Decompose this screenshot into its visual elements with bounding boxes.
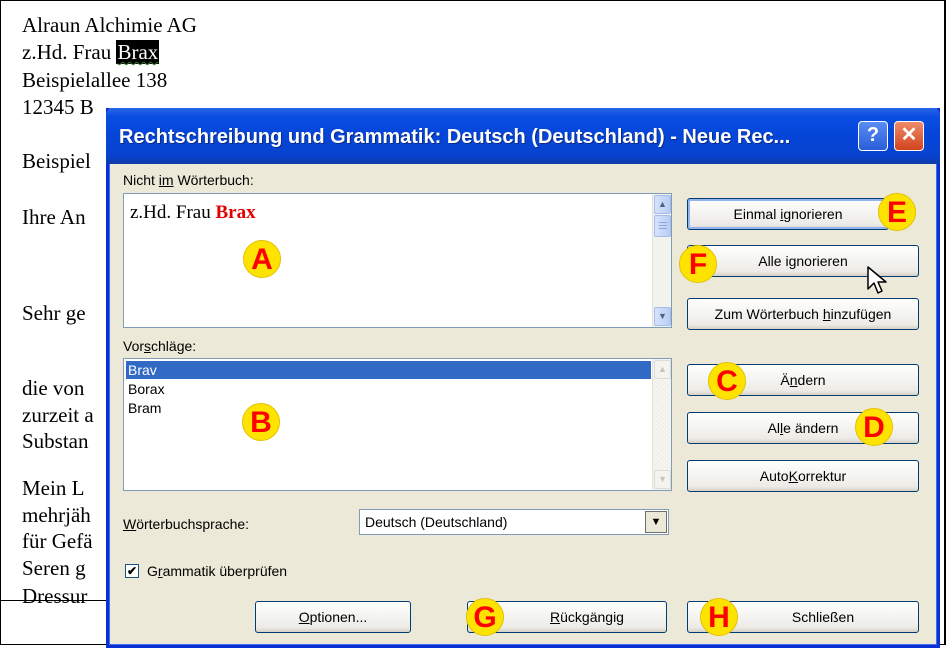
sentence-text: z.Hd. Frau Brax: [130, 202, 256, 223]
annotation-badge-h: H: [700, 598, 738, 636]
doc-line: mehrjäh: [22, 503, 91, 527]
error-word: Brax: [215, 202, 256, 223]
annotation-badge-d: D: [855, 408, 893, 446]
suggestions-scrollbar: ▲ ▼: [652, 359, 671, 490]
doc-line: Beispielallee 138: [22, 68, 168, 92]
suggestions-list[interactable]: Brav Borax Bram ▲ ▼: [123, 358, 672, 491]
textbox-scrollbar[interactable]: ▲ ▼: [652, 194, 671, 327]
doc-line: Substan: [22, 429, 89, 453]
suggestion-item[interactable]: Brav: [126, 361, 651, 379]
annotation-badge-a: A: [243, 240, 281, 278]
doc-line: Ihre An: [22, 205, 86, 229]
chevron-down-icon[interactable]: ▼: [645, 511, 667, 533]
autocorrect-button[interactable]: AutoKorrektur: [687, 460, 919, 492]
doc-line: 12345 B: [22, 95, 94, 119]
doc-line-prefix: z.Hd. Frau: [22, 40, 117, 64]
check-grammar-label[interactable]: Grammatik überprüfen: [147, 563, 287, 579]
close-icon[interactable]: ✕: [894, 121, 924, 151]
ignore-once-button[interactable]: Einmal ignorieren: [687, 198, 889, 230]
annotation-badge-g: G: [466, 598, 504, 636]
dictionary-language-select[interactable]: Deutsch (Deutschland) ▼: [359, 509, 669, 535]
suggestion-item[interactable]: Borax: [126, 380, 651, 398]
doc-line: z.Hd. Frau Brax: [22, 39, 160, 65]
doc-line: Mein L: [22, 476, 85, 500]
help-icon[interactable]: ?: [858, 121, 888, 151]
spelling-grammar-dialog: Rechtschreibung und Grammatik: Deutsch (…: [106, 108, 940, 648]
dictionary-language-value: Deutsch (Deutschland): [365, 514, 508, 530]
doc-line: die von: [22, 376, 85, 400]
doc-line: Dressur: [22, 584, 88, 608]
doc-line: zurzeit a: [22, 403, 94, 427]
dialog-title: Rechtschreibung und Grammatik: Deutsch (…: [119, 126, 791, 148]
doc-line: Alraun Alchimie AG: [22, 13, 197, 37]
mouse-pointer-icon: [867, 266, 887, 294]
suggestions-label: Vorschläge:: [123, 338, 197, 354]
scroll-down-icon: ▼: [654, 470, 671, 489]
doc-line: Seren g: [22, 556, 86, 580]
doc-line: Sehr ge: [22, 301, 86, 325]
doc-misspelled-word[interactable]: Brax: [116, 40, 160, 64]
annotation-badge-c: C: [708, 362, 746, 400]
scroll-thumb[interactable]: [654, 215, 671, 237]
annotation-badge-b: B: [242, 403, 280, 441]
annotation-badge-f: F: [679, 245, 717, 283]
scroll-down-icon[interactable]: ▼: [654, 307, 671, 326]
suggestion-item[interactable]: Bram: [126, 399, 651, 417]
annotation-badge-e: E: [878, 193, 916, 231]
title-bar[interactable]: Rechtschreibung und Grammatik: Deutsch (…: [106, 108, 940, 164]
doc-line: Beispiel: [22, 149, 91, 173]
scroll-up-icon: ▲: [654, 360, 671, 379]
add-to-dictionary-button[interactable]: Zum Wörterbuch hinzufügen: [687, 298, 919, 330]
check-grammar-checkbox[interactable]: ✔: [125, 564, 139, 578]
scroll-up-icon[interactable]: ▲: [654, 195, 671, 214]
doc-line: für Gefä: [22, 529, 93, 553]
dictionary-language-label: Wörterbuchsprache:: [123, 516, 250, 532]
options-button[interactable]: Optionen...: [255, 601, 411, 633]
not-in-dictionary-label: Nicht im Wörterbuch:: [123, 172, 254, 188]
not-in-dictionary-textbox[interactable]: z.Hd. Frau Brax ▲ ▼: [123, 193, 672, 328]
